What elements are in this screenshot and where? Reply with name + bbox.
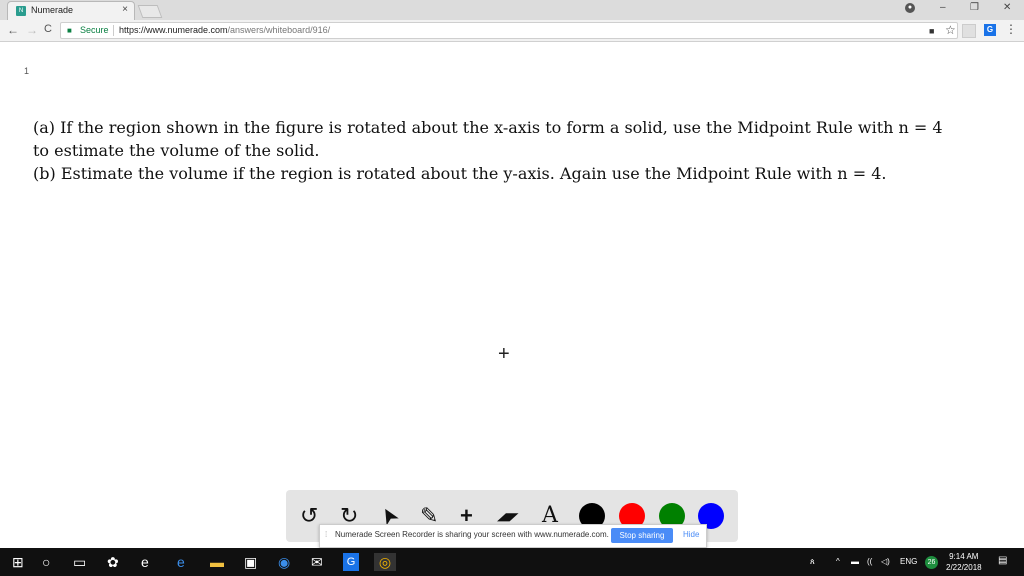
- windows-taskbar: ⊞ ○ ▭ ✿ e e ▬ ▣ ◉ ✉ G ◎ ጰ ^ ▬ (( ◁) ENG …: [0, 548, 1024, 576]
- forward-icon[interactable]: →: [26, 23, 38, 37]
- browser-tab[interactable]: N Numerade ×: [7, 1, 135, 20]
- cortana-icon[interactable]: ○: [42, 553, 50, 571]
- tab-title: Numerade: [31, 5, 74, 15]
- chrome-taskbar-icon[interactable]: ◎: [374, 553, 396, 571]
- close-window-icon[interactable]: ✕: [1003, 2, 1011, 13]
- address-divider: [113, 25, 114, 36]
- camera-icon[interactable]: ■: [929, 26, 934, 36]
- clock-time: 9:14 AM: [949, 552, 979, 561]
- system-clock[interactable]: 9:14 AM 2/22/2018: [946, 551, 982, 573]
- action-center-icon[interactable]: ▤: [998, 555, 1007, 566]
- problem-text: (a) If the region shown in the figure is…: [33, 116, 1018, 185]
- bookmark-star-icon[interactable]: ☆: [945, 23, 956, 37]
- ie-icon[interactable]: e: [177, 553, 185, 571]
- crosshair-cursor-icon: +: [498, 343, 510, 365]
- secure-label: Secure: [80, 25, 109, 35]
- screen-sharing-bar: ⁞ Numerade Screen Recorder is sharing yo…: [319, 524, 707, 548]
- reload-icon[interactable]: C: [44, 23, 52, 35]
- wifi-icon[interactable]: ((: [867, 557, 872, 566]
- tab-close-icon[interactable]: ×: [122, 4, 128, 15]
- store-icon[interactable]: ▣: [244, 553, 257, 571]
- hide-button[interactable]: Hide: [683, 530, 699, 539]
- battery-icon[interactable]: ▬: [851, 557, 859, 566]
- edge-icon[interactable]: e: [141, 553, 149, 571]
- restore-icon[interactable]: ❐: [970, 2, 979, 13]
- address-bar[interactable]: ■ Secure https://www.numerade.com/answer…: [60, 22, 958, 39]
- minimize-icon[interactable]: –: [940, 2, 946, 13]
- problem-line: (a) If the region shown in the figure is…: [33, 118, 943, 137]
- g-app-icon[interactable]: G: [343, 553, 359, 571]
- browser-title-bar: N Numerade × ● – ❐ ✕: [0, 0, 1024, 20]
- page-number[interactable]: 1: [24, 66, 29, 76]
- lock-icon: ■: [67, 26, 72, 35]
- numerade-favicon-icon: N: [16, 6, 26, 16]
- new-tab-button[interactable]: [137, 5, 163, 18]
- mail-icon[interactable]: ✉: [311, 553, 323, 571]
- language-indicator[interactable]: ENG: [900, 557, 917, 566]
- notification-count-badge[interactable]: 26: [925, 556, 938, 569]
- volume-icon[interactable]: ◁): [881, 557, 890, 566]
- extension-icon[interactable]: [962, 24, 976, 38]
- sharing-message: Numerade Screen Recorder is sharing your…: [335, 530, 609, 539]
- app-icon[interactable]: ✿: [107, 553, 119, 571]
- profile-icon[interactable]: ●: [905, 3, 915, 13]
- task-view-icon[interactable]: ▭: [73, 553, 86, 571]
- url-main: https://www.numerade.com: [119, 25, 228, 35]
- stop-sharing-button[interactable]: Stop sharing: [611, 528, 673, 543]
- clock-date: 2/22/2018: [946, 563, 982, 572]
- windows-start-icon[interactable]: ⊞: [12, 553, 24, 571]
- back-icon[interactable]: ←: [7, 23, 19, 37]
- url-path: /answers/whiteboard/916/: [227, 25, 331, 35]
- problem-line: (b) Estimate the volume if the region is…: [33, 164, 887, 183]
- extension-g-icon[interactable]: G: [984, 24, 996, 36]
- browser-app-icon[interactable]: ◉: [278, 553, 290, 571]
- url-text[interactable]: https://www.numerade.com/answers/whitebo…: [119, 25, 330, 35]
- undo-icon[interactable]: ↺: [300, 504, 318, 528]
- chrome-menu-icon[interactable]: ⋮: [1005, 22, 1017, 36]
- drag-handle-icon[interactable]: ⁞: [325, 530, 327, 539]
- file-explorer-icon[interactable]: ▬: [210, 553, 224, 571]
- tray-chevron-icon[interactable]: ^: [836, 557, 840, 566]
- people-icon[interactable]: ጰ: [810, 557, 815, 567]
- browser-toolbar: ← → C ■ Secure https://www.numerade.com/…: [0, 20, 1024, 42]
- problem-line: to estimate the volume of the solid.: [33, 141, 320, 160]
